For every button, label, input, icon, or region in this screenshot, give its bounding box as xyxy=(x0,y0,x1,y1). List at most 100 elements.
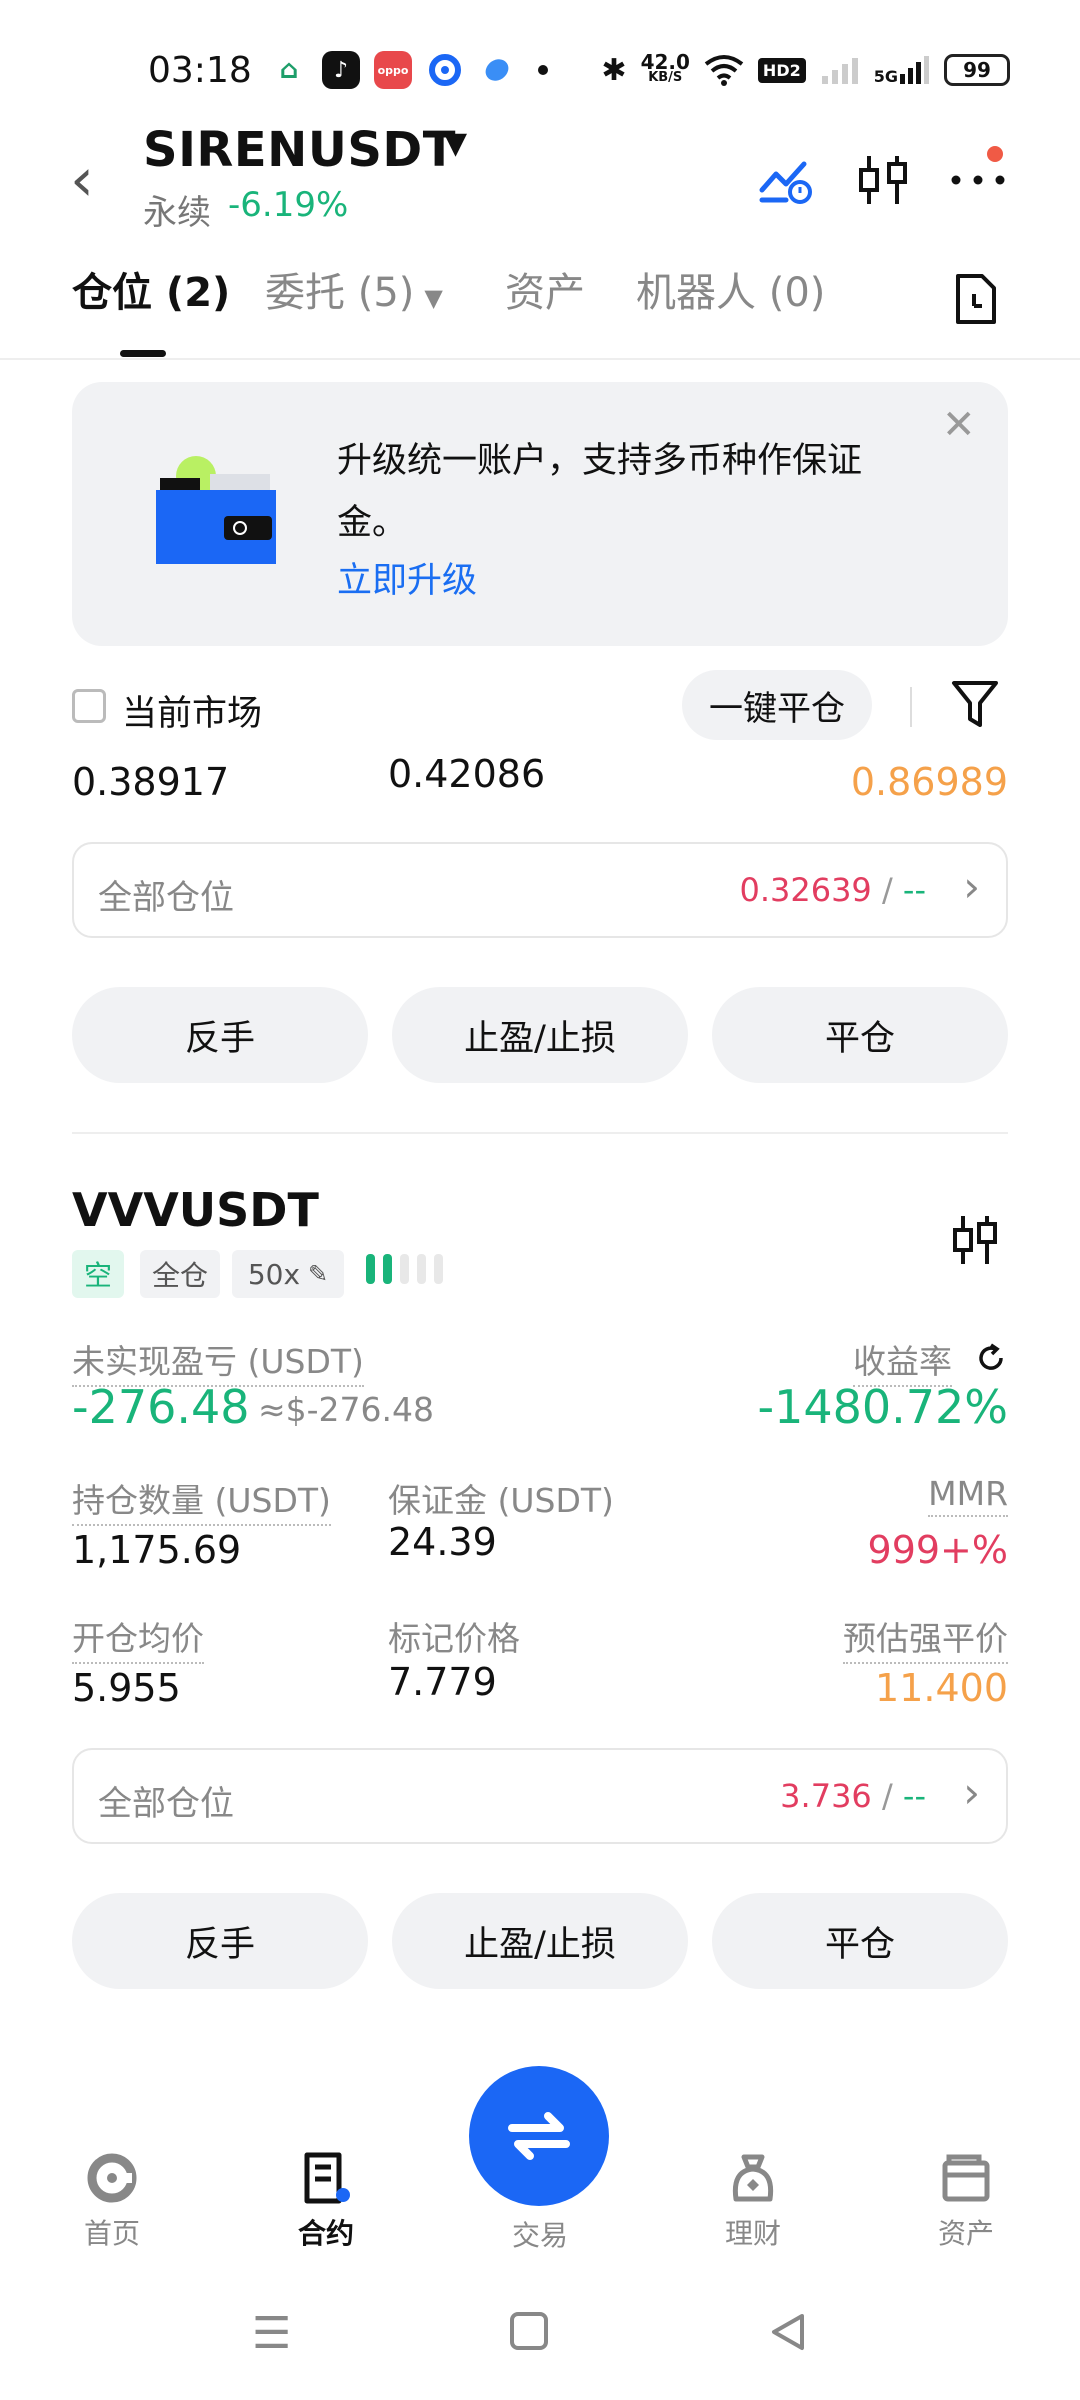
side-tag: 空 xyxy=(72,1250,125,1298)
position-size-value: 1,175.69 xyxy=(72,1528,242,1572)
mark-price-value: 7.779 xyxy=(388,1660,497,1704)
prev-position-mark-price: 0.42086 xyxy=(388,752,546,796)
menu-icon[interactable]: ☰ xyxy=(252,2308,291,2359)
candlestick-chart-icon[interactable] xyxy=(950,1212,1000,1268)
nav-assets-label: 资产 xyxy=(937,2217,994,2250)
bluetooth-icon: ✱ xyxy=(601,52,627,88)
all-positions-label: 全部仓位 xyxy=(98,878,234,918)
pair-title[interactable]: SIRENUSDT xyxy=(143,122,456,178)
nav-earn[interactable]: 理财 xyxy=(693,2148,813,2252)
notification-icons: ⌂ ♪ oppo xyxy=(270,48,548,92)
filter-icon[interactable] xyxy=(950,677,1000,731)
prev-position-entry-price: 0.38917 xyxy=(72,760,230,804)
nav-contracts-label: 合约 xyxy=(297,2217,354,2250)
mmr-label[interactable]: MMR xyxy=(928,1474,1008,1517)
okx-app-icon xyxy=(426,51,464,89)
notification-dot xyxy=(987,146,1003,162)
nav-trade-label: 交易 xyxy=(511,2219,568,2252)
close-position-button[interactable]: 平仓 xyxy=(712,987,1008,1083)
signal-icon xyxy=(821,58,858,84)
close-all-button[interactable]: 一键平仓 xyxy=(682,670,872,740)
tab-orders[interactable]: 委托 (5) ▼ xyxy=(265,260,443,318)
leverage-tag[interactable]: 50x ✎ xyxy=(232,1250,344,1298)
entry-price-label[interactable]: 开仓均价 xyxy=(72,1612,204,1664)
tp-sl-button[interactable]: 止盈/止损 xyxy=(392,987,688,1083)
chevron-right-icon: › xyxy=(963,862,980,911)
tab-positions[interactable]: 仓位 (2) xyxy=(72,260,230,318)
price-alert-icon[interactable] xyxy=(756,150,816,210)
wallet-icon xyxy=(156,456,276,564)
leverage-level-indicator xyxy=(366,1254,443,1284)
tab-bar: 仓位 (2) 委托 (5) ▼ 资产 机器人 (0) xyxy=(0,260,1080,360)
filter-row: 当前市场 一键平仓 xyxy=(0,665,1080,745)
upgrade-link[interactable]: 立即升级 xyxy=(337,552,477,603)
all-positions-row[interactable]: 全部仓位 3.736 / -- › xyxy=(72,1748,1008,1844)
nav-trade-label-wrap[interactable]: 交易 xyxy=(480,2210,600,2254)
roe-value: -1480.72% xyxy=(757,1380,1008,1434)
back-icon[interactable]: ‹ xyxy=(70,150,94,210)
tab-assets[interactable]: 资产 xyxy=(505,260,585,318)
all-positions-value: 0.32639 / -- xyxy=(739,871,926,909)
chevron-right-icon: › xyxy=(963,1768,980,1817)
upgrade-banner[interactable]: 升级统一账户，支持多币种作保证金。 立即升级 ✕ xyxy=(72,382,1008,646)
nav-earn-label: 理财 xyxy=(724,2217,781,2250)
close-position-button[interactable]: 平仓 xyxy=(712,1893,1008,1989)
nav-assets[interactable]: 资产 xyxy=(906,2148,1026,2252)
unrealized-pnl-value: -276.48 xyxy=(72,1380,250,1434)
trade-button[interactable] xyxy=(469,2066,609,2206)
liq-price-value: 11.400 xyxy=(875,1666,1008,1710)
chevron-down-icon: ▼ xyxy=(424,284,443,312)
divider xyxy=(910,687,912,727)
divider xyxy=(72,1132,1008,1134)
tiktok-app-icon: ♪ xyxy=(322,51,360,89)
history-icon[interactable] xyxy=(950,272,1000,326)
position-symbol[interactable]: VVVUSDT xyxy=(72,1183,319,1237)
price-change: -6.19% xyxy=(228,185,349,225)
mark-price-label: 标记价格 xyxy=(388,1619,520,1658)
all-positions-label: 全部仓位 xyxy=(98,1784,234,1824)
margin-mode-tag[interactable]: 全仓 xyxy=(140,1250,221,1298)
system-status: ✱ 42.0 KB/S HD2 5G 99 xyxy=(601,48,1010,92)
tp-sl-button[interactable]: 止盈/止损 xyxy=(392,1893,688,1989)
back-triangle-icon[interactable] xyxy=(768,2312,808,2352)
pair-dropdown-icon[interactable]: ▼ xyxy=(444,126,467,161)
reverse-button[interactable]: 反手 xyxy=(72,987,368,1083)
nav-home-label: 首页 xyxy=(83,2217,140,2250)
earn-icon xyxy=(732,2154,774,2202)
bank-app-icon: ⌂ xyxy=(270,51,308,89)
entry-price-value: 5.955 xyxy=(72,1666,181,1710)
banner-message: 升级统一账户，支持多币种作保证金。 xyxy=(337,441,863,543)
current-market-checkbox[interactable] xyxy=(72,689,106,723)
contract-icon xyxy=(304,2152,350,2204)
prev-position-liq-price: 0.86989 xyxy=(850,760,1008,804)
nav-contracts[interactable]: 合约 xyxy=(266,2148,386,2252)
oppo-app-icon: oppo xyxy=(374,51,412,89)
refresh-icon[interactable] xyxy=(975,1342,1007,1374)
tab-bots[interactable]: 机器人 (0) xyxy=(636,260,825,318)
all-positions-value: 3.736 / -- xyxy=(780,1777,926,1815)
tab-active-indicator xyxy=(120,350,166,357)
status-bar: 03:18 ⌂ ♪ oppo ✱ 42.0 KB/S HD2 5G 99 xyxy=(0,0,1080,140)
edit-icon: ✎ xyxy=(308,1260,329,1288)
mmr-value: 999+% xyxy=(867,1528,1008,1572)
all-positions-row[interactable]: 全部仓位 0.32639 / -- › xyxy=(72,842,1008,938)
margin-label: 保证金 (USDT) xyxy=(388,1481,614,1520)
nav-home[interactable]: 首页 xyxy=(52,2148,172,2252)
home-icon xyxy=(87,2153,137,2203)
position-size-label[interactable]: 持仓数量 (USDT) xyxy=(72,1474,331,1526)
signal-5g-icon xyxy=(900,56,929,84)
close-icon[interactable]: ✕ xyxy=(942,402,976,448)
battery-indicator: 99 xyxy=(944,54,1010,86)
status-time: 03:18 xyxy=(148,50,252,91)
reverse-button[interactable]: 反手 xyxy=(72,1893,368,1989)
liq-price-label[interactable]: 预估强平价 xyxy=(843,1612,1008,1664)
wifi-icon xyxy=(704,55,744,86)
home-square-icon[interactable] xyxy=(510,2312,548,2350)
dot-icon xyxy=(538,65,548,75)
margin-value: 24.39 xyxy=(388,1520,497,1564)
hd-badge: HD2 xyxy=(757,57,806,83)
candlestick-chart-icon[interactable] xyxy=(853,150,913,210)
current-market-label[interactable]: 当前市场 xyxy=(122,685,262,736)
wallet-nav-icon xyxy=(942,2154,990,2202)
browser-app-icon xyxy=(478,51,516,89)
